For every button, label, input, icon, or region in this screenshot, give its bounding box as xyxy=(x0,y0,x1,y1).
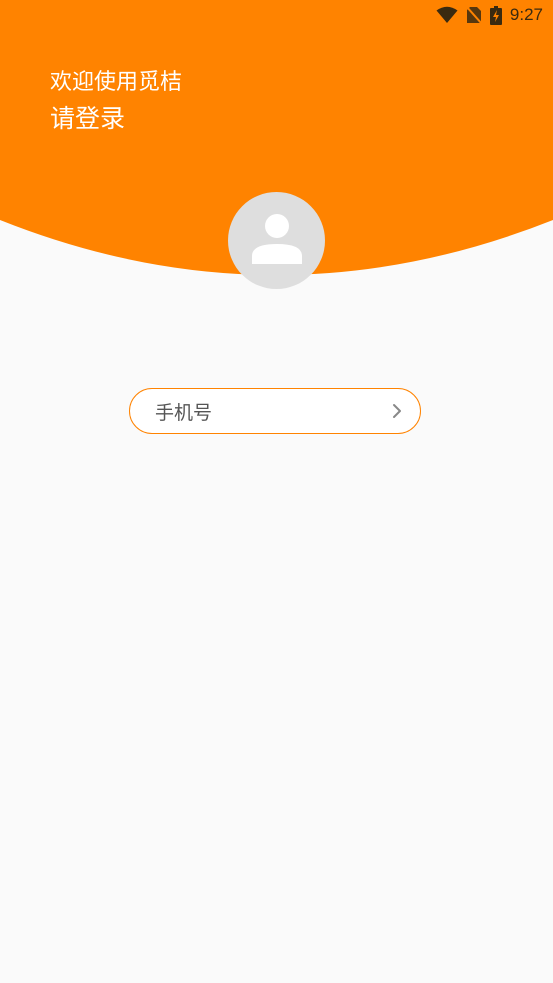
welcome-text: 欢迎使用觅桔 xyxy=(50,70,183,95)
login-prompt: 请登录 xyxy=(50,104,126,133)
login-screen: 9:27 欢迎使用觅桔 请登录 手机号 xyxy=(0,0,553,983)
user-icon xyxy=(251,213,303,269)
no-sim-icon xyxy=(465,6,482,24)
battery-charging-icon xyxy=(489,5,502,25)
status-bar: 9:27 xyxy=(436,0,553,30)
avatar[interactable] xyxy=(228,192,325,289)
phone-login-button[interactable]: 手机号 xyxy=(129,388,421,434)
chevron-right-icon xyxy=(392,403,402,419)
phone-label: 手机号 xyxy=(155,401,213,424)
wifi-icon xyxy=(436,6,458,24)
status-time: 9:27 xyxy=(509,5,543,24)
